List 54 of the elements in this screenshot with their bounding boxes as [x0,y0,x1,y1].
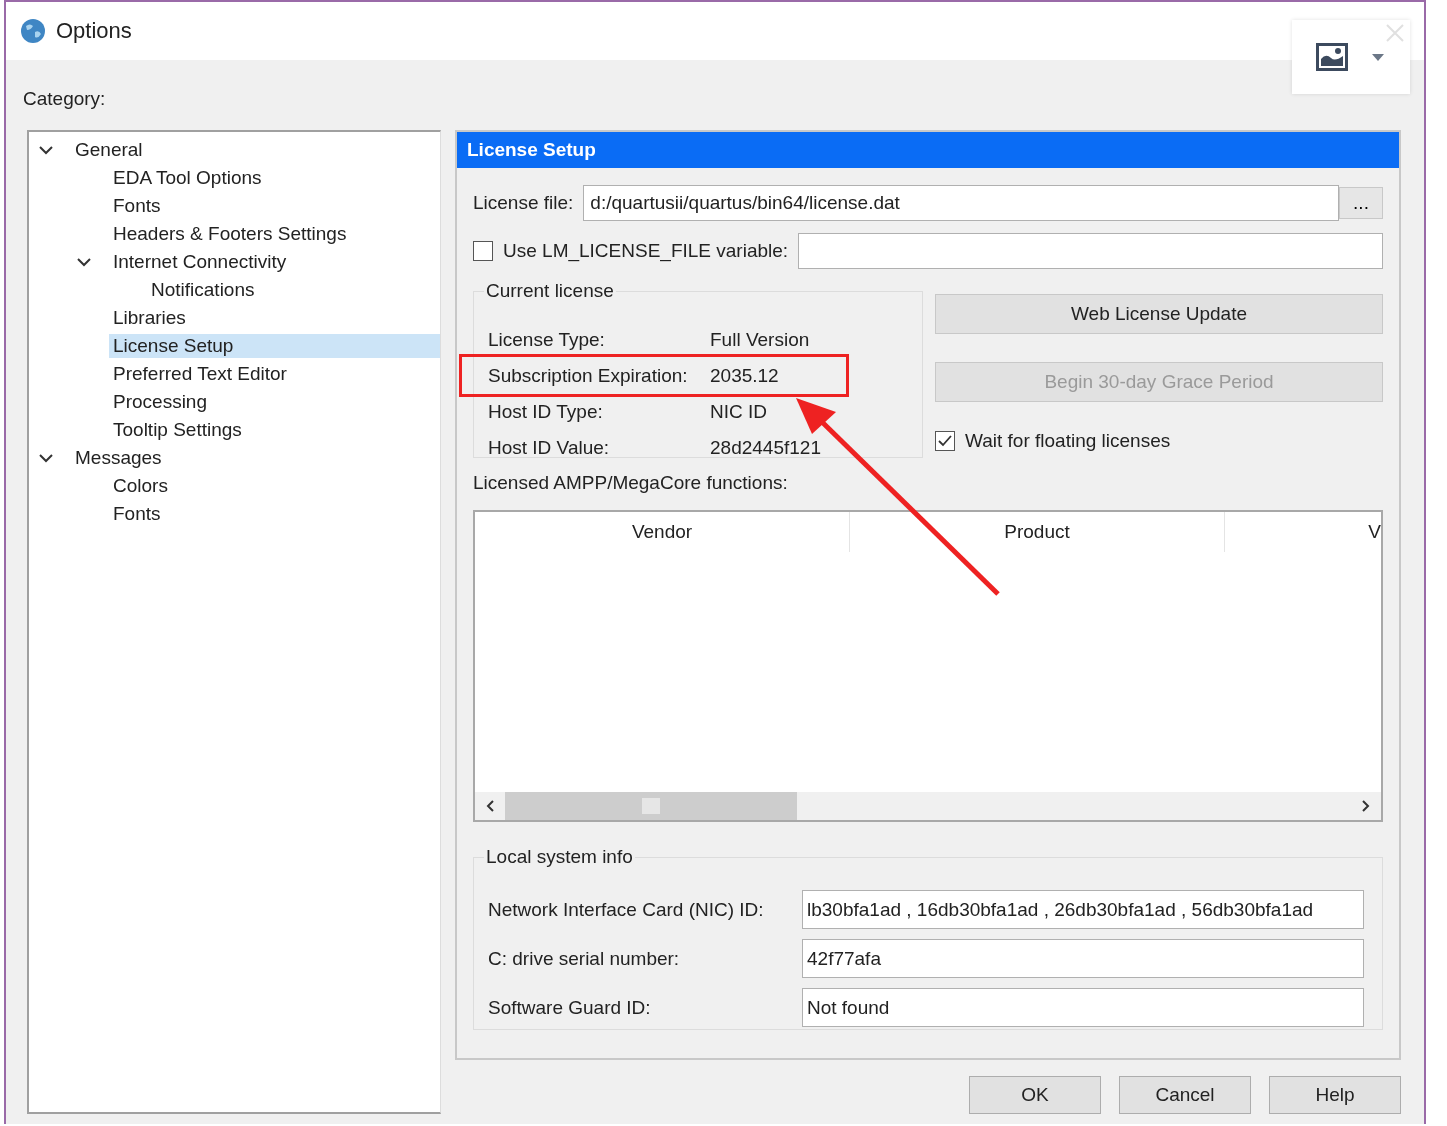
tree-item[interactable]: Messages [71,446,166,470]
checkbox-label: Use LM_LICENSE_FILE variable: [503,240,789,262]
tree-item[interactable]: Processing [109,390,211,414]
tree-item[interactable]: Libraries [109,306,190,330]
variable-field[interactable] [798,233,1383,269]
caret-icon[interactable] [1372,53,1384,61]
functions-label: Licensed AMPP/MegaCore functions: [473,472,789,495]
tree-item[interactable]: Preferred Text Editor [109,362,291,386]
tree-item[interactable]: Fonts [109,502,165,526]
tree-item[interactable]: Colors [109,474,172,498]
action-button[interactable]: Web License Update [935,294,1383,334]
tree-item[interactable]: General [71,138,147,162]
field-value: 28d2445f121 [710,437,822,459]
globe-icon [20,18,46,44]
tree-item[interactable]: Internet Connectivity [109,250,291,274]
horizontal-scrollbar[interactable] [475,792,1381,820]
field-value: 2035.12 [710,365,780,387]
field-value: Full Version [710,329,811,351]
column-header[interactable]: Product [850,512,1225,552]
info-field[interactable]: 42f77afa [802,939,1364,978]
license-file-label: License file: [473,192,574,214]
dialog-button[interactable]: Cancel [1119,1076,1251,1114]
field-value: NIC ID [710,401,768,423]
tree-item[interactable]: License Setup [109,334,440,358]
group-title: Local system info [485,846,634,868]
info-field[interactable]: lb30bfa1ad , 16db30bfa1ad , 26db30bfa1ad , 56db30bfa1ad [802,890,1364,929]
field-label: Subscription Expiration: [488,365,689,387]
browse-button[interactable]: ... [1339,187,1383,219]
image-icon[interactable] [1316,43,1348,71]
tree-item[interactable]: Fonts [109,194,165,218]
field-label: Network Interface Card (NIC) ID: [488,898,765,921]
field-label: Host ID Value: [488,437,611,459]
checkbox[interactable] [935,431,955,451]
window-title: Options [56,18,132,44]
group-title: Current license [485,280,615,302]
license-file-field[interactable]: d:/quartusii/quartus/bin64/license.dat [583,185,1339,221]
checkbox-label: Wait for floating licenses [965,430,1171,452]
field-label: Software Guard ID: [488,996,652,1019]
info-field[interactable]: Not found [802,988,1364,1027]
dialog-button[interactable]: OK [969,1076,1101,1114]
column-header[interactable]: V [1225,512,1381,552]
dialog-button[interactable]: Help [1269,1076,1401,1114]
scroll-thumb[interactable] [505,792,797,820]
field-label: Host ID Type: [488,401,604,423]
field-label: License Type: [488,329,606,351]
field-label: C: drive serial number: [488,947,681,970]
tree-item[interactable]: Tooltip Settings [109,418,246,442]
column-header[interactable]: Vendor [475,512,850,552]
category-label: Category: [23,88,107,111]
tree-item[interactable]: EDA Tool Options [109,166,266,190]
tree-item[interactable]: Headers & Footers Settings [109,222,351,246]
checkbox[interactable] [473,241,493,261]
tree-item[interactable]: Notifications [147,278,259,302]
panel-header: License Setup [457,132,1399,168]
